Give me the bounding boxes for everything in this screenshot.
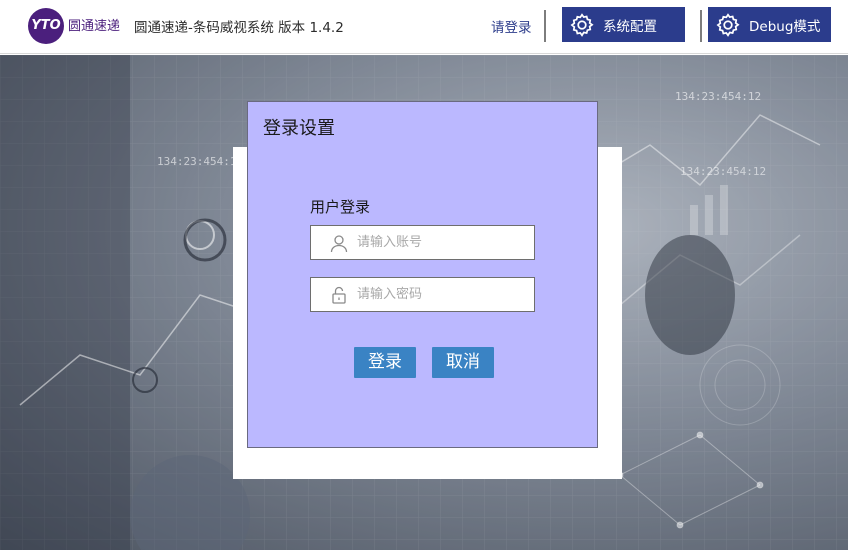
header-divider (544, 10, 546, 42)
login-link[interactable]: 请登录 (491, 16, 532, 36)
lock-icon (332, 286, 346, 304)
gear-icon (716, 12, 740, 37)
debug-mode-label: Debug模式 (749, 18, 821, 35)
password-input[interactable] (357, 278, 527, 311)
gear-icon (570, 12, 594, 37)
user-login-label: 用户登录 (310, 198, 371, 216)
password-field[interactable] (310, 277, 535, 312)
dialog-title: 登录设置 (263, 118, 335, 139)
cancel-button[interactable]: 取消 (432, 347, 494, 378)
login-dialog: 登录设置 用户登录 登录 取消 (247, 101, 598, 448)
system-config-button[interactable]: 系统配置 (562, 7, 685, 42)
app-header: YTO 圆通速递 圆通速递-条码威视系统 版本 1.4.2 请登录 系统配置 D… (0, 0, 848, 54)
yto-logo: YTO 圆通速递 (28, 8, 126, 44)
bg-number: 134:23:454:12 (680, 165, 766, 178)
app-title: 圆通速递-条码威视系统 版本 1.4.2 (134, 20, 344, 36)
system-config-label: 系统配置 (603, 18, 657, 35)
header-divider (700, 10, 702, 42)
username-field[interactable] (310, 225, 535, 260)
username-input[interactable] (357, 226, 527, 259)
logo-badge-text: YTO (31, 18, 61, 33)
user-icon (330, 235, 348, 253)
bg-number: 134:23:454:12 (157, 155, 243, 168)
logo-text: 圆通速递 (68, 19, 121, 34)
bg-number: 134:23:454:12 (675, 90, 761, 103)
login-button[interactable]: 登录 (354, 347, 416, 378)
debug-mode-button[interactable]: Debug模式 (708, 7, 831, 42)
logo-badge: YTO (28, 8, 64, 44)
